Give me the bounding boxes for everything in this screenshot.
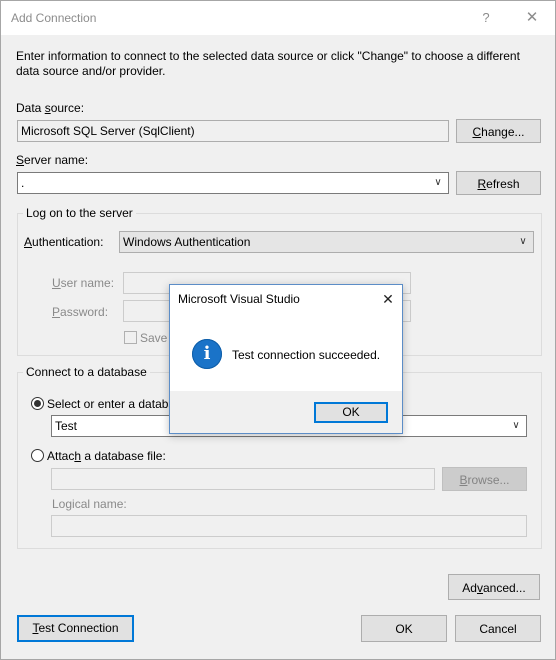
test-connection-button[interactable]: Test Connection bbox=[17, 615, 134, 642]
select-database-radio[interactable] bbox=[31, 397, 44, 410]
database-name-value: Test bbox=[55, 419, 78, 433]
message-box-footer: OK bbox=[170, 391, 402, 433]
attach-database-radio[interactable] bbox=[31, 449, 44, 462]
server-name-combo[interactable]: . ∨ bbox=[17, 172, 449, 194]
data-source-field: Microsoft SQL Server (SqlClient) bbox=[17, 120, 449, 142]
intro-text: Enter information to connect to the sele… bbox=[16, 49, 520, 79]
message-ok-button[interactable]: OK bbox=[314, 402, 388, 423]
data-source-label: Data source: bbox=[16, 101, 85, 115]
message-box-title: Microsoft Visual Studio bbox=[178, 292, 300, 306]
server-name-value: . bbox=[21, 176, 25, 190]
intro-line-2: data source and/or provider. bbox=[16, 64, 166, 78]
database-file-input[interactable] bbox=[51, 468, 435, 490]
info-icon: i bbox=[192, 339, 222, 369]
logon-group-label: Log on to the server bbox=[23, 206, 136, 220]
server-name-label: Server name: bbox=[16, 153, 89, 167]
logical-name-input[interactable] bbox=[51, 515, 527, 537]
username-label: User name: bbox=[52, 276, 115, 290]
chevron-down-icon[interactable]: ∨ bbox=[432, 173, 444, 193]
close-icon[interactable]: ✕ bbox=[517, 7, 547, 29]
authentication-value: Windows Authentication bbox=[123, 235, 251, 249]
chevron-down-icon[interactable]: ∨ bbox=[517, 232, 529, 252]
database-group-label: Connect to a database bbox=[23, 365, 150, 379]
window-title: Add Connection bbox=[11, 11, 97, 25]
logical-name-label: Logical name: bbox=[52, 497, 127, 511]
chevron-down-icon[interactable]: ∨ bbox=[510, 416, 522, 436]
message-text: Test connection succeeded. bbox=[232, 348, 381, 362]
authentication-select[interactable]: Windows Authentication ∨ bbox=[119, 231, 534, 253]
browse-button[interactable]: Browse... bbox=[442, 467, 527, 491]
message-box: Microsoft Visual Studio ✕ i Test connect… bbox=[169, 284, 403, 434]
ok-button[interactable]: OK bbox=[361, 615, 447, 642]
title-bar: Add Connection ? ✕ bbox=[1, 1, 555, 35]
help-icon[interactable]: ? bbox=[471, 7, 501, 29]
save-password-checkbox[interactable] bbox=[124, 331, 137, 344]
password-label: Password: bbox=[52, 305, 109, 319]
close-icon[interactable]: ✕ bbox=[376, 289, 400, 309]
change-button[interactable]: Change... bbox=[456, 119, 541, 143]
advanced-button[interactable]: Advanced... bbox=[448, 574, 540, 600]
select-database-label: Select or enter a databa bbox=[47, 397, 176, 411]
refresh-button[interactable]: Refresh bbox=[456, 171, 541, 195]
intro-line-1: Enter information to connect to the sele… bbox=[16, 49, 520, 63]
cancel-button[interactable]: Cancel bbox=[455, 615, 541, 642]
attach-database-label: Attach a database file: bbox=[47, 449, 166, 463]
authentication-label: Authentication: bbox=[24, 235, 104, 249]
